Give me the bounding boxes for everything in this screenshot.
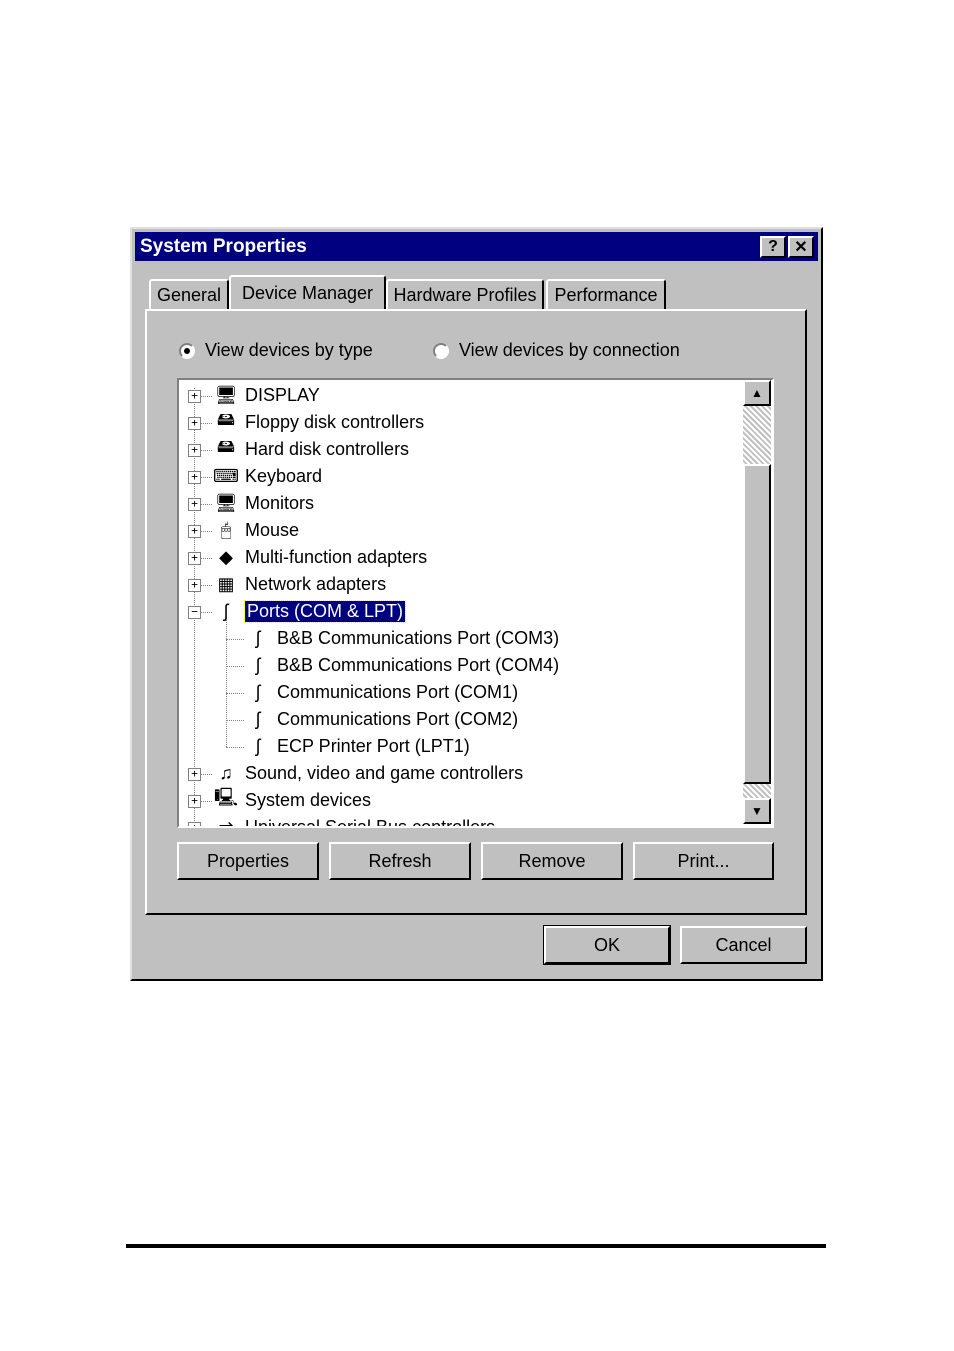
mouse-icon: 🖱 (220, 519, 232, 540)
port-connector-icon: ʃ (224, 600, 228, 621)
scroll-up-button[interactable]: ▲ (743, 380, 771, 406)
tree-item[interactable]: 🖱 Mouse (213, 517, 299, 543)
tree-child-item[interactable]: ʃ Communications Port (COM2) (245, 706, 518, 732)
tree-branch-line (226, 639, 244, 640)
expand-icon[interactable]: + (188, 579, 201, 592)
tree-item[interactable]: 🖳 System devices (213, 787, 371, 813)
tree-branch-line (226, 666, 244, 667)
radio-by-type[interactable]: View devices by type (179, 340, 373, 361)
tree-item[interactable]: ▦ Network adapters (213, 571, 386, 597)
monitor-icon: 🖥 (214, 384, 238, 405)
cancel-button[interactable]: Cancel (680, 926, 807, 964)
expand-icon[interactable]: + (188, 498, 201, 511)
tree-branch-line (226, 693, 244, 694)
expand-icon[interactable]: + (188, 390, 201, 403)
tree-item-label: B&B Communications Port (COM4) (277, 654, 560, 675)
tree-item-label: Mouse (245, 519, 300, 540)
tree-item-label: Hard disk controllers (245, 438, 410, 459)
tree-child-connector-line (226, 618, 227, 747)
close-button[interactable]: ✕ (788, 236, 814, 258)
tree-item-label: B&B Communications Port (COM3) (277, 627, 560, 648)
tree-item-label: Keyboard (245, 465, 323, 486)
radio-by-connection-label: View devices by connection (459, 340, 680, 360)
tree-item[interactable]: 🖥 Monitors (213, 490, 314, 516)
page-rule (126, 1244, 826, 1248)
tree-child-item[interactable]: ʃ ECP Printer Port (LPT1) (245, 733, 470, 759)
expand-icon[interactable]: + (188, 822, 201, 826)
tree-item[interactable]: ⌨ Keyboard (213, 463, 322, 489)
tree-item[interactable]: ◆ Multi-function adapters (213, 544, 427, 570)
tree-item[interactable]: 🖴 Floppy disk controllers (213, 409, 424, 435)
disk-controller-icon: 🖴 (216, 409, 236, 429)
radio-selected-icon (179, 342, 195, 359)
remove-button[interactable]: Remove (481, 842, 623, 880)
tab-device-manager[interactable]: Device Manager (229, 275, 386, 309)
tree-item-label: Floppy disk controllers (245, 411, 425, 432)
port-connector-icon: ʃ (256, 708, 260, 729)
port-connector-icon: ʃ (256, 735, 260, 756)
scroll-thumb[interactable] (743, 464, 771, 784)
tab-general[interactable]: General (149, 279, 229, 309)
tree-child-item[interactable]: ʃ B&B Communications Port (COM4) (245, 652, 559, 678)
network-card-icon: ▦ (217, 573, 235, 594)
scroll-down-button[interactable]: ▼ (743, 798, 771, 824)
tree-item-label: Monitors (245, 492, 315, 513)
tree-item[interactable]: 🖥 DISPLAY (213, 382, 320, 408)
tree-item-label: Communications Port (COM1) (277, 681, 519, 702)
tree-item-label: Multi-function adapters (245, 546, 428, 567)
computer-icon: 🖳 (213, 787, 238, 807)
keyboard-icon: ⌨ (213, 465, 239, 486)
tree-item-label: Sound, video and game controllers (245, 762, 524, 783)
collapse-icon[interactable]: − (188, 606, 201, 619)
tree-item-label: Network adapters (245, 573, 387, 594)
properties-button[interactable]: Properties (177, 842, 319, 880)
tree-item[interactable]: ⇌ Universal Serial Bus controllers (213, 814, 496, 828)
monitor-icon: 🖥 (214, 492, 238, 513)
expand-icon[interactable]: + (188, 795, 201, 808)
expand-icon[interactable]: + (188, 525, 201, 538)
tree-item-label: DISPLAY (245, 384, 320, 405)
adapter-icon: ◆ (219, 546, 233, 567)
disk-controller-icon: 🖴 (216, 436, 236, 456)
tree-child-item[interactable]: ʃ Communications Port (COM1) (245, 679, 518, 705)
tree-item-label: Ports (COM & LPT) (243, 599, 407, 623)
radio-by-type-label: View devices by type (205, 340, 373, 360)
expand-icon[interactable]: + (188, 444, 201, 457)
title-bar[interactable]: System Properties ? ✕ (135, 232, 818, 261)
tree-scrollbar[interactable]: ▲ ▼ (743, 380, 771, 824)
tree-branch-line (226, 747, 244, 748)
tree-item[interactable]: ♫ Sound, video and game controllers (213, 760, 523, 786)
tree-item-label: Communications Port (COM2) (277, 708, 519, 729)
tree-item-label: System devices (245, 789, 372, 810)
window-title: System Properties (140, 236, 307, 257)
tab-hardware-profiles[interactable]: Hardware Profiles (386, 279, 544, 309)
tree-branch-line (226, 720, 244, 721)
radio-unselected-icon (433, 342, 449, 359)
speaker-icon: ♫ (219, 762, 233, 783)
usb-icon: ⇌ (218, 816, 234, 828)
tab-performance[interactable]: Performance (546, 279, 666, 309)
port-connector-icon: ʃ (256, 654, 260, 675)
expand-icon[interactable]: + (188, 768, 201, 781)
ok-button[interactable]: OK (543, 925, 671, 965)
port-connector-icon: ʃ (256, 627, 260, 648)
expand-icon[interactable]: + (188, 552, 201, 565)
help-button[interactable]: ? (760, 236, 786, 258)
tree-item-label: ECP Printer Port (LPT1) (277, 735, 470, 756)
expand-icon[interactable]: + (188, 471, 201, 484)
tree-child-item[interactable]: ʃ B&B Communications Port (COM3) (245, 625, 559, 651)
refresh-button[interactable]: Refresh (329, 842, 471, 880)
print-button[interactable]: Print... (633, 842, 774, 880)
tree-item[interactable]: ʃ Ports (COM & LPT) (213, 598, 407, 624)
port-connector-icon: ʃ (256, 681, 260, 702)
radio-by-connection[interactable]: View devices by connection (433, 340, 680, 361)
expand-icon[interactable]: + (188, 417, 201, 430)
tree-item[interactable]: 🖴 Hard disk controllers (213, 436, 409, 462)
device-tree[interactable]: + 🖥 DISPLAY + 🖴 Floppy disk controllers + 🖴 Hard… (177, 378, 774, 828)
tree-item-label: Universal Serial Bus controllers (245, 816, 496, 828)
